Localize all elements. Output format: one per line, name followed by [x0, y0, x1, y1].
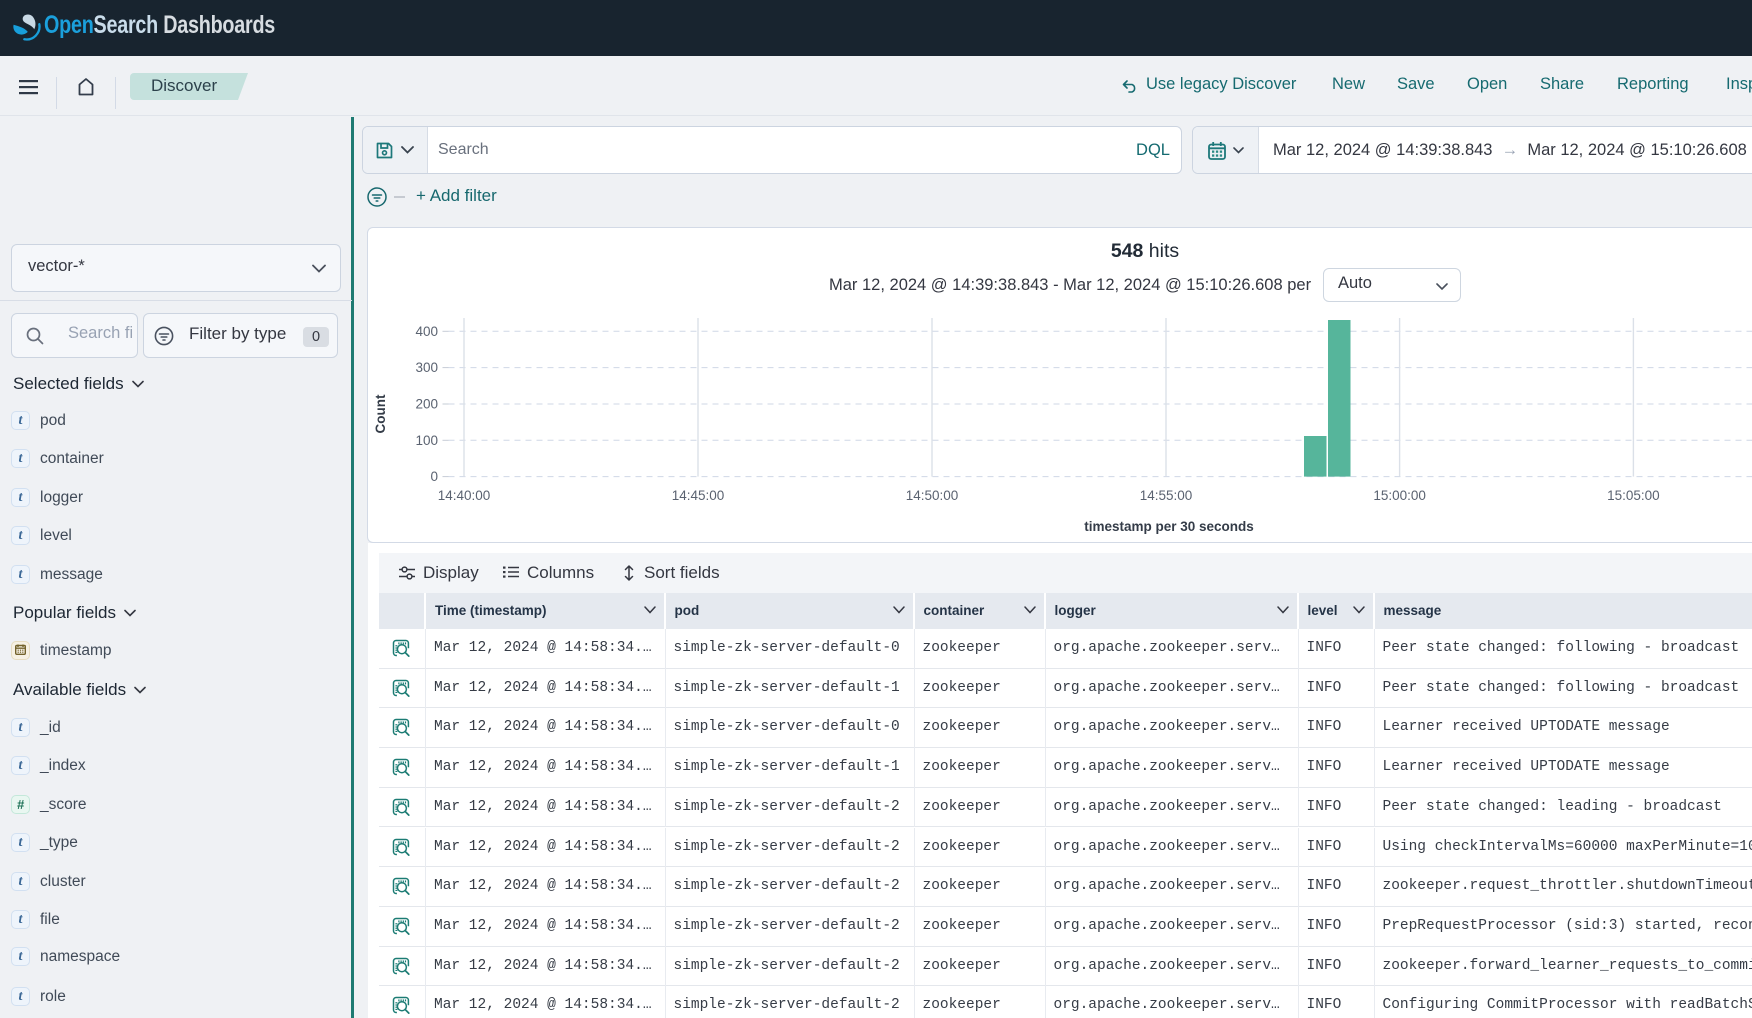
svg-text:14:40:00: 14:40:00	[438, 488, 491, 503]
svg-text:timestamp per 30 seconds: timestamp per 30 seconds	[1084, 519, 1254, 534]
svg-text:15:00:00: 15:00:00	[1373, 488, 1426, 503]
svg-text:14:55:00: 14:55:00	[1140, 488, 1193, 503]
svg-text:100: 100	[415, 433, 438, 448]
svg-text:300: 300	[415, 360, 438, 375]
svg-text:Count: Count	[373, 394, 388, 433]
svg-text:14:45:00: 14:45:00	[672, 488, 725, 503]
svg-text:200: 200	[415, 397, 438, 412]
svg-text:15:05:00: 15:05:00	[1607, 488, 1660, 503]
svg-text:400: 400	[415, 324, 438, 339]
svg-text:0: 0	[430, 469, 438, 484]
svg-text:14:50:00: 14:50:00	[906, 488, 959, 503]
